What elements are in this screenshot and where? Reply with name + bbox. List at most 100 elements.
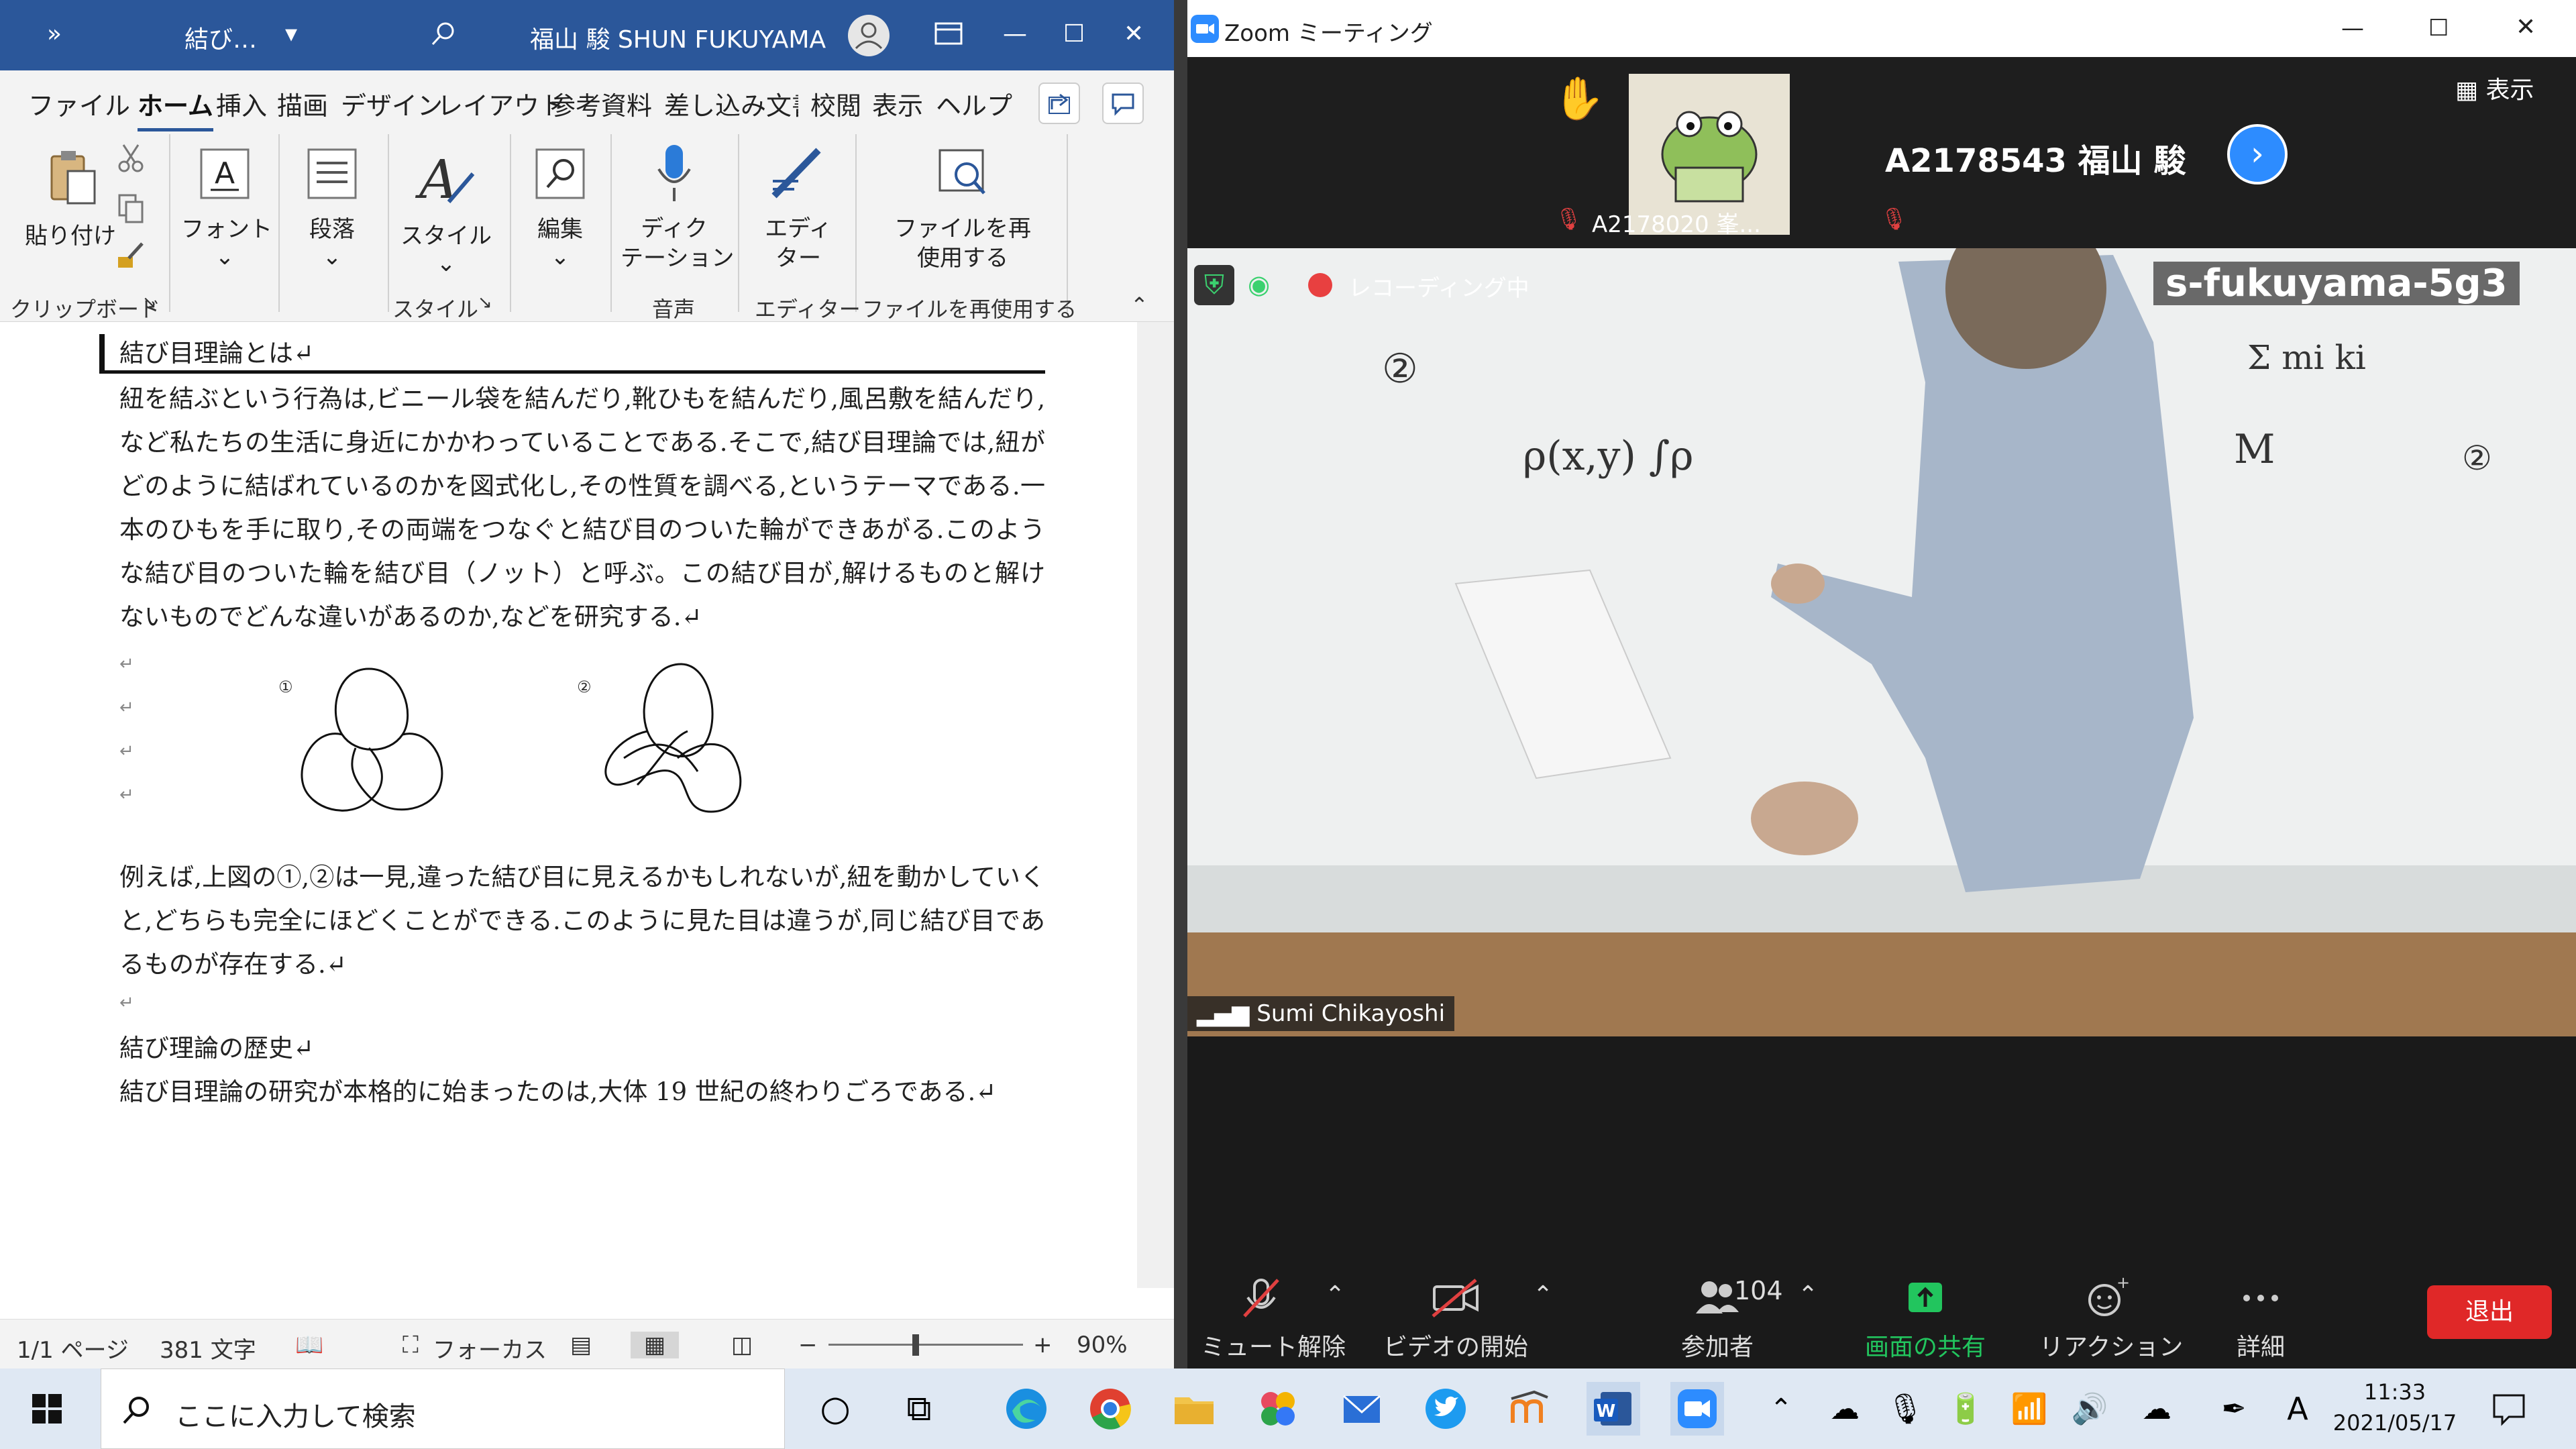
title-dropdown-icon[interactable]: ▾ (285, 20, 297, 48)
web-layout-icon[interactable]: ◫ (731, 1332, 753, 1358)
security-shield-icon[interactable]: ⛨ (1194, 265, 1234, 305)
cortana-icon[interactable]: ○ (808, 1382, 862, 1436)
document-title[interactable]: 結び… (184, 20, 257, 55)
comments-button[interactable] (1102, 83, 1144, 124)
editor-button[interactable]: エディ ター (751, 141, 845, 273)
tab-mailings[interactable]: 差し込み文書 (664, 85, 798, 122)
format-painter-icon[interactable] (114, 238, 148, 278)
word-count[interactable]: 381 文字 (160, 1332, 256, 1364)
reuse-files-button[interactable]: ファイルを再 使用する (872, 141, 1053, 273)
copy-icon[interactable] (114, 191, 148, 231)
show-hidden-icons[interactable]: ⌃ (1754, 1382, 1808, 1436)
recording-status[interactable]: レコーディング中 (1348, 270, 1529, 303)
share-button[interactable] (1038, 83, 1080, 124)
onedrive-sync-icon[interactable]: ☁ (1818, 1382, 1872, 1436)
connection-icon[interactable]: ◉ (1248, 270, 1270, 299)
tab-references[interactable]: 参考資料 (550, 85, 652, 122)
user-name[interactable]: 福山 駿 SHUN FUKUYAMA (530, 20, 826, 55)
paragraph-button[interactable]: 段落 ⌄ (288, 144, 376, 270)
heading-knot-theory[interactable]: 結び目理論とは↵ (119, 331, 1045, 375)
vertical-scrollbar[interactable] (1137, 322, 1174, 1288)
font-button[interactable]: A フォント ⌄ (181, 144, 272, 270)
tab-review[interactable]: 校閲 (810, 85, 861, 122)
file-explorer-icon[interactable] (1167, 1382, 1221, 1436)
paragraph-example[interactable]: 例えば,上図の①,②は一見,違った結び目に見えるかもしれないが,紐を動かしていく… (119, 855, 1045, 986)
chevron-up-icon[interactable]: ⌃ (1798, 1281, 1818, 1309)
close-button[interactable]: ✕ (2516, 13, 2536, 41)
zoom-slider-thumb[interactable] (912, 1334, 919, 1356)
chevron-up-icon[interactable]: ⌃ (1325, 1281, 1345, 1309)
leave-button[interactable]: 退出 (2427, 1285, 2552, 1339)
avatar[interactable] (847, 13, 891, 64)
close-button[interactable]: ✕ (1124, 20, 1144, 48)
paste-button[interactable]: 貼り付け (20, 144, 121, 250)
microphone-icon[interactable]: 🎙 (1878, 1382, 1932, 1436)
chevron-up-icon[interactable]: ⌃ (1533, 1281, 1553, 1309)
tab-insert[interactable]: 挿入 (216, 85, 267, 122)
photos-icon[interactable] (1251, 1382, 1305, 1436)
dictate-button[interactable]: ディク テーション (621, 141, 734, 273)
minimize-button[interactable]: — (2341, 15, 2364, 42)
chrome-icon[interactable] (1083, 1382, 1137, 1436)
maximize-button[interactable]: ☐ (2428, 15, 2449, 42)
tab-view[interactable]: 表示 (872, 85, 923, 122)
reactions-button[interactable]: + リアクション (2039, 1273, 2183, 1362)
start-button[interactable] (20, 1382, 74, 1436)
zoom-taskbar-icon[interactable] (1670, 1382, 1724, 1436)
zoom-out-button[interactable]: − (798, 1332, 818, 1358)
focus-button[interactable]: フォーカス (433, 1332, 547, 1364)
cloud-upload-icon[interactable]: ☁ (2130, 1382, 2184, 1436)
next-page-button[interactable]: › (2227, 124, 2288, 184)
mail-icon[interactable] (1335, 1382, 1389, 1436)
more-commands-button[interactable]: » (47, 20, 62, 48)
minimize-button[interactable]: — (1003, 20, 1027, 48)
moodle-icon[interactable] (1503, 1382, 1556, 1436)
styles-button[interactable]: A スタイル ⌄ (399, 144, 493, 277)
edge-icon[interactable] (1000, 1382, 1053, 1436)
word-taskbar-icon[interactable]: W (1587, 1382, 1640, 1436)
ribbon-display-icon[interactable] (934, 20, 963, 53)
taskbar-search-box[interactable]: ここに入力して検索 (101, 1368, 785, 1449)
tab-draw[interactable]: 描画 (277, 85, 328, 122)
cut-icon[interactable] (114, 141, 148, 180)
proofing-icon[interactable]: 📖 (295, 1332, 323, 1358)
speaker-video[interactable]: ② ρ(x,y) ∫ρ Σ mi ki M ② s-fukuyama-5g3 ⛨… (1187, 248, 2576, 1036)
notification-icon[interactable] (2482, 1382, 2536, 1436)
zoom-level[interactable]: 90% (1077, 1332, 1128, 1358)
heading-history[interactable]: 結び理論の歴史↵ (119, 1026, 1045, 1070)
battery-icon[interactable]: 🔋 (1939, 1382, 1992, 1436)
wifi-icon[interactable]: 📶 (2002, 1382, 2056, 1436)
window-divider[interactable] (1174, 0, 1187, 1368)
search-icon[interactable] (429, 20, 458, 54)
paragraph-intro[interactable]: 紐を結ぶという行為は,ビニール袋を結んだり,靴ひもを結んだり,風呂敷を結んだり,… (119, 377, 1045, 639)
twitter-icon[interactable] (1419, 1382, 1472, 1436)
tab-file[interactable]: ファイル (28, 85, 130, 122)
editing-button[interactable]: 編集 ⌄ (520, 144, 600, 270)
tab-design[interactable]: デザイン (341, 85, 443, 122)
tab-home[interactable]: ホーム (138, 85, 213, 131)
focus-icon[interactable]: ⛶ (402, 1332, 419, 1358)
read-mode-icon[interactable]: ▤ (570, 1332, 592, 1358)
share-screen-button[interactable]: 画面の共有 (1858, 1275, 1992, 1362)
print-layout-icon[interactable]: ▦ (631, 1332, 680, 1358)
ime-indicator[interactable]: A (2271, 1382, 2324, 1436)
tab-layout[interactable]: レイアウト (437, 85, 565, 122)
maximize-button[interactable]: ☐ (1063, 20, 1085, 48)
dialog-launcher-icon[interactable]: ↘ (142, 292, 157, 313)
unmute-button[interactable]: ミュート解除 (1201, 1275, 1346, 1362)
document-canvas[interactable]: 結び目理論とは↵ 紐を結ぶという行為は,ビニール袋を結んだり,靴ひもを結んだり,… (0, 322, 1137, 1288)
clock[interactable]: 11:33 2021/05/17 (2328, 1377, 2462, 1438)
more-button[interactable]: 詳細 (2207, 1275, 2314, 1362)
page-count[interactable]: 1/1 ページ (17, 1332, 129, 1364)
dialog-launcher-icon[interactable]: ↘ (478, 292, 492, 313)
paragraph-history[interactable]: 結び目理論の研究が本格的に始まったのは,大体 19 世紀の終わりごろである.↵ (119, 1070, 1045, 1114)
zoom-slider[interactable] (828, 1344, 1023, 1346)
pen-icon[interactable]: ✒ (2207, 1382, 2261, 1436)
collapse-ribbon-icon[interactable]: ⌃ (1130, 292, 1148, 318)
tab-help[interactable]: ヘルプ (936, 85, 1012, 122)
view-button[interactable]: ▦ 表示 (2455, 70, 2534, 105)
start-video-button[interactable]: ビデオの開始 (1382, 1275, 1529, 1362)
zoom-in-button[interactable]: + (1033, 1332, 1053, 1358)
volume-icon[interactable]: 🔊 (2063, 1382, 2116, 1436)
task-view-icon[interactable]: ⧉ (892, 1382, 946, 1436)
